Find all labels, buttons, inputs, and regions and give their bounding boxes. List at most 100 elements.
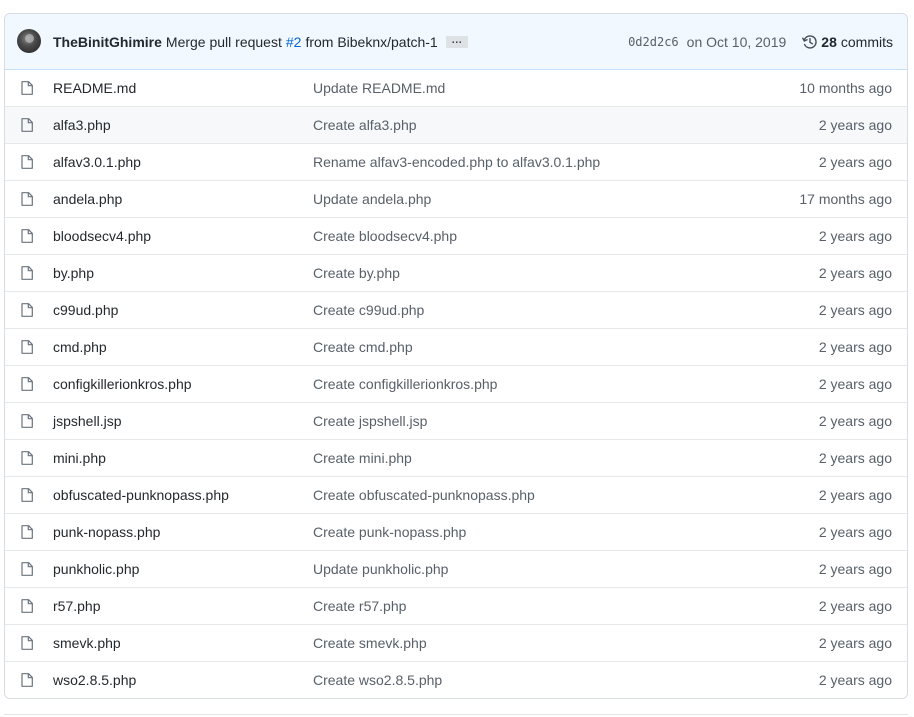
file-commit-age: 2 years ago	[818, 154, 892, 170]
file-row[interactable]: mini.php Create mini.php 2 years ago	[5, 439, 907, 476]
file-row[interactable]: cmd.php Create cmd.php 2 years ago	[5, 328, 907, 365]
file-icon	[21, 81, 33, 95]
file-row[interactable]: smevk.php Create smevk.php 2 years ago	[5, 624, 907, 661]
file-row[interactable]: andela.php Update andela.php 17 months ago	[5, 180, 907, 217]
file-row[interactable]: alfav3.0.1.php Rename alfav3-encoded.php …	[5, 143, 907, 180]
file-commit-age: 2 years ago	[818, 265, 892, 281]
file-commit-message-link[interactable]: Create alfa3.php	[313, 117, 417, 133]
file-commit-message-link[interactable]: Create cmd.php	[313, 339, 413, 355]
file-name-link[interactable]: smevk.php	[53, 635, 121, 651]
commit-summary: TheBinitGhimire Merge pull request #2 fr…	[53, 14, 468, 69]
file-name-link[interactable]: alfav3.0.1.php	[53, 154, 141, 170]
file-icon	[21, 636, 33, 650]
file-row[interactable]: c99ud.php Create c99ud.php 2 years ago	[5, 291, 907, 328]
file-commit-message-link[interactable]: Rename alfav3-encoded.php to alfav3.0.1.…	[313, 154, 600, 170]
file-icon	[21, 266, 33, 280]
file-name-link[interactable]: jspshell.jsp	[53, 413, 121, 429]
file-icon	[21, 451, 33, 465]
pull-request-link[interactable]: #2	[286, 34, 302, 50]
file-commit-message-link[interactable]: Create jspshell.jsp	[313, 413, 427, 429]
file-icon	[21, 192, 33, 206]
file-name-link[interactable]: cmd.php	[53, 339, 107, 355]
file-commit-age: 2 years ago	[818, 524, 892, 540]
file-commit-message-link[interactable]: Create obfuscated-punknopass.php	[313, 487, 535, 503]
file-row[interactable]: by.php Create by.php 2 years ago	[5, 254, 907, 291]
file-commit-age: 2 years ago	[818, 598, 892, 614]
avatar[interactable]	[17, 29, 41, 53]
file-commit-message-link[interactable]: Update README.md	[313, 80, 445, 96]
file-commit-message-link[interactable]: Create wso2.8.5.php	[313, 672, 442, 688]
file-commit-message-link[interactable]: Create r57.php	[313, 598, 406, 614]
file-commit-message-link[interactable]: Create bloodsecv4.php	[313, 228, 457, 244]
file-icon	[21, 229, 33, 243]
file-name-link[interactable]: by.php	[53, 265, 94, 281]
latest-commit-bar: TheBinitGhimire Merge pull request #2 fr…	[5, 14, 907, 70]
commits-count: 28	[821, 33, 837, 50]
file-icon	[21, 155, 33, 169]
file-commit-age: 10 months ago	[799, 80, 892, 96]
file-commit-age: 2 years ago	[818, 376, 892, 392]
file-name-link[interactable]: wso2.8.5.php	[53, 672, 136, 688]
file-name-link[interactable]: bloodsecv4.php	[53, 228, 151, 244]
file-icon	[21, 599, 33, 613]
file-name-link[interactable]: punkholic.php	[53, 561, 139, 577]
file-row[interactable]: jspshell.jsp Create jspshell.jsp 2 years a…	[5, 402, 907, 439]
file-name-link[interactable]: c99ud.php	[53, 302, 118, 318]
commit-message-suffix[interactable]: from Bibeknx/patch-1	[305, 34, 437, 50]
file-name-link[interactable]: alfa3.php	[53, 117, 111, 133]
file-row[interactable]: obfuscated-punknopass.php Create obfuscat…	[5, 476, 907, 513]
file-name-link[interactable]: configkillerionkros.php	[53, 376, 192, 392]
file-icon	[21, 118, 33, 132]
file-commit-age: 2 years ago	[818, 487, 892, 503]
file-commit-message-link[interactable]: Create smevk.php	[313, 635, 427, 651]
file-row[interactable]: bloodsecv4.php Create bloodsecv4.php 2 yea…	[5, 217, 907, 254]
file-name-link[interactable]: obfuscated-punknopass.php	[53, 487, 229, 503]
file-commit-message-link[interactable]: Create punk-nopass.php	[313, 524, 466, 540]
file-commit-age: 2 years ago	[818, 672, 892, 688]
file-commit-age: 17 months ago	[799, 191, 892, 207]
file-row[interactable]: punkholic.php Update punkholic.php 2 years…	[5, 550, 907, 587]
file-name-link[interactable]: r57.php	[53, 598, 100, 614]
file-commit-message-link[interactable]: Create c99ud.php	[313, 302, 424, 318]
file-commit-message-link[interactable]: Update punkholic.php	[313, 561, 448, 577]
file-icon	[21, 340, 33, 354]
file-list: README.md Update README.md 10 months ago al…	[5, 70, 907, 698]
file-row[interactable]: r57.php Create r57.php 2 years ago	[5, 587, 907, 624]
file-icon	[21, 562, 33, 576]
file-commit-age: 2 years ago	[818, 450, 892, 466]
file-row[interactable]: wso2.8.5.php Create wso2.8.5.php 2 years a…	[5, 661, 907, 698]
file-row[interactable]: README.md Update README.md 10 months ago	[5, 70, 907, 106]
file-icon	[21, 303, 33, 317]
file-commit-message-link[interactable]: Create configkillerionkros.php	[313, 376, 497, 392]
expand-commit-message-button[interactable]: …	[445, 34, 468, 48]
file-name-link[interactable]: andela.php	[53, 191, 122, 207]
history-icon	[802, 34, 818, 49]
file-row[interactable]: punk-nopass.php Create punk-nopass.php 2 y…	[5, 513, 907, 550]
commit-sha-link[interactable]: 0d2d2c6	[628, 35, 679, 49]
file-commit-age: 2 years ago	[818, 302, 892, 318]
file-icon	[21, 488, 33, 502]
file-commit-age: 2 years ago	[818, 635, 892, 651]
file-commit-age: 2 years ago	[818, 228, 892, 244]
file-commit-age: 2 years ago	[818, 117, 892, 133]
file-row[interactable]: alfa3.php Create alfa3.php 2 years ago	[5, 106, 907, 143]
commit-meta: 0d2d2c6 on Oct 10, 2019 28 commits	[628, 14, 893, 69]
file-name-link[interactable]: punk-nopass.php	[53, 524, 160, 540]
file-browser: TheBinitGhimire Merge pull request #2 fr…	[4, 13, 908, 699]
divider	[4, 714, 908, 715]
file-commit-age: 2 years ago	[818, 413, 892, 429]
file-commit-age: 2 years ago	[818, 339, 892, 355]
file-name-link[interactable]: mini.php	[53, 450, 106, 466]
file-commit-message-link[interactable]: Create mini.php	[313, 450, 412, 466]
commits-history-link[interactable]: 28 commits	[802, 34, 893, 50]
file-name-link[interactable]: README.md	[53, 80, 136, 96]
file-icon	[21, 525, 33, 539]
file-commit-age: 2 years ago	[818, 561, 892, 577]
file-row[interactable]: configkillerionkros.php Create configkill…	[5, 365, 907, 402]
commit-date: on Oct 10, 2019	[686, 33, 787, 50]
file-commit-message-link[interactable]: Create by.php	[313, 265, 400, 281]
commit-message-prefix[interactable]: Merge pull request	[166, 34, 282, 50]
file-commit-message-link[interactable]: Update andela.php	[313, 191, 431, 207]
file-icon	[21, 673, 33, 687]
commit-author-link[interactable]: TheBinitGhimire	[53, 34, 162, 50]
